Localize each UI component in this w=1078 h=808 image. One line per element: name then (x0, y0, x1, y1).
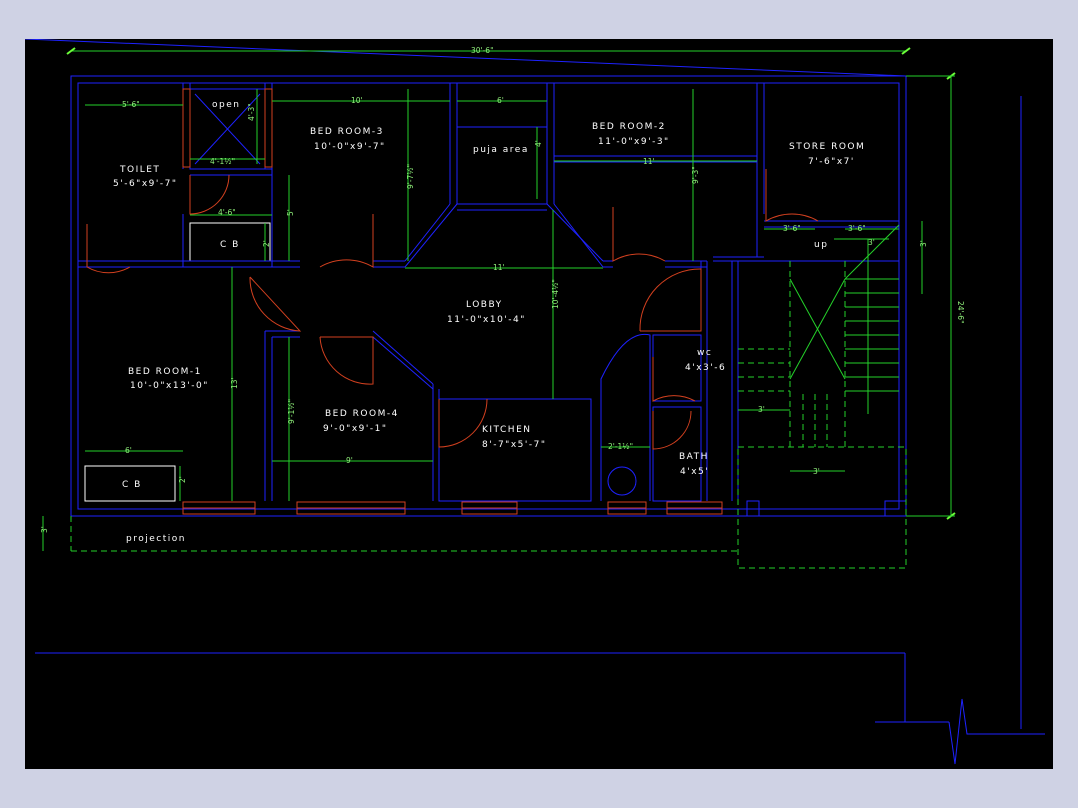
dim-stair-rise: 3' (919, 240, 928, 247)
dim-bed3-depth: 9'-7½" (406, 164, 415, 189)
dim-toilet-depth: 5' (286, 209, 295, 216)
dim-puja-width: 6' (497, 96, 504, 105)
puja-label: puja area (473, 145, 529, 155)
bed2-size: 11'-0"x9'-3" (598, 137, 670, 147)
cb1-label: C B (220, 240, 240, 250)
outer-walls (25, 39, 907, 517)
dim-wc-gap: 3' (758, 405, 765, 414)
staircase (737, 224, 907, 569)
toilet-size: 5'-6"x9'-7" (113, 179, 177, 189)
dim-cb-width: 4'-6" (218, 208, 236, 217)
dim-bed1-depth: 13' (230, 377, 239, 389)
wc-size: 4'x3'-6 (685, 363, 726, 373)
dim-bed1-cb-width: 6' (125, 446, 132, 455)
dim-projection-depth: 3' (40, 526, 49, 533)
cb2-label: C B (122, 480, 142, 490)
bed2-label: BED ROOM-2 (592, 122, 666, 132)
wc-label: wc (697, 348, 712, 358)
dim-bed2-depth: 9'-3" (691, 166, 700, 184)
dim-stair-right: 3'-6" (848, 224, 866, 233)
toilet-label: TOILET (119, 165, 160, 175)
dim-cb2-depth: 2' (178, 476, 187, 483)
kitchen-size: 8'-7"x5'-7" (482, 440, 546, 450)
windows (182, 88, 723, 515)
dim-lobby-width: 11' (493, 263, 505, 272)
dim-stair-side: 3' (868, 238, 875, 247)
dim-bed4-width: 9' (346, 456, 353, 465)
store-size: 7'-6"x7' (808, 157, 855, 167)
bed4-size: 9'-0"x9'-1" (323, 424, 387, 434)
dim-overall-depth: 24'-6" (956, 301, 965, 324)
kitchen-label: KITCHEN (482, 425, 532, 435)
bed3-size: 10'-0"x9'-7" (314, 142, 386, 152)
dim-open-width: 4'-1½" (210, 157, 235, 166)
store-label: STORE ROOM (789, 142, 865, 152)
dim-puja-depth: 4' (534, 140, 543, 147)
lobby-label: LOBBY (466, 300, 503, 310)
open-label: open (212, 100, 240, 110)
lobby-size: 11'-0"x10'-4" (447, 315, 526, 325)
dim-stair-bottom: 3' (813, 467, 820, 476)
up-label: up (814, 240, 828, 250)
dim-lobby-depth: 10'-4½" (551, 279, 560, 309)
floor-plan-drawing: TOILET 5'-6"x9'-7" open BED ROOM-3 10'-0… (25, 39, 1045, 765)
dim-bed2-width: 11' (643, 157, 655, 166)
dim-bed3-width: 10' (351, 96, 363, 105)
dim-overall-width: 30'-6" (471, 46, 494, 55)
dim-bath-tap: 2'-1½" (608, 442, 633, 451)
bed3-label: BED ROOM-3 (310, 127, 384, 137)
cad-viewport[interactable]: TOILET 5'-6"x9'-7" open BED ROOM-3 10'-0… (25, 39, 1053, 769)
doors (86, 169, 819, 450)
projection-label: projection (126, 534, 186, 544)
dim-bed4-depth: 9'-1½" (287, 399, 296, 424)
dim-cb-depth: 2' (262, 240, 271, 247)
bed4-label: BED ROOM-4 (325, 409, 399, 419)
bath-label: BATH (679, 452, 709, 462)
bed1-label: BED ROOM-1 (128, 367, 202, 377)
site-boundary (35, 96, 1045, 765)
dim-toilet-width: 5'-6" (122, 100, 140, 109)
bed1-size: 10'-0"x13'-0" (130, 381, 209, 391)
bath-size: 4'x5' (680, 467, 709, 477)
dim-open-depth: 4'-3" (247, 103, 256, 121)
dim-stair-left: 3'-6" (783, 224, 801, 233)
